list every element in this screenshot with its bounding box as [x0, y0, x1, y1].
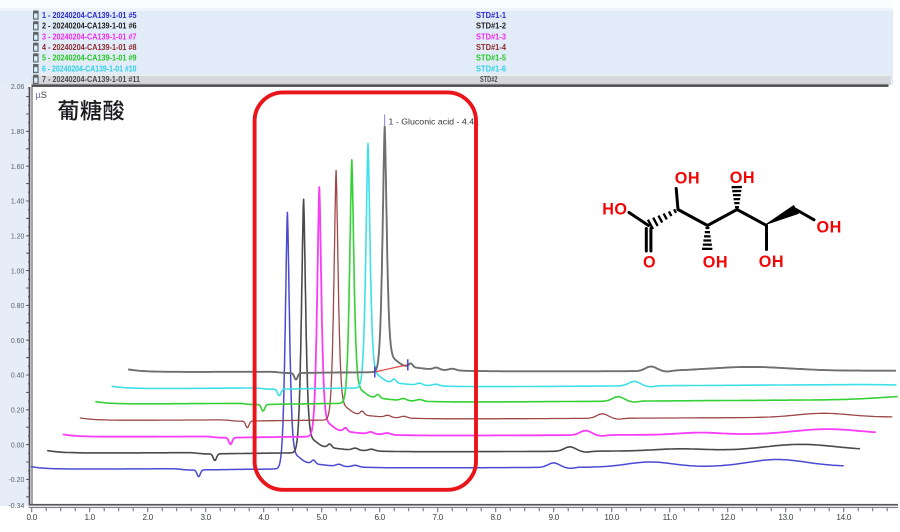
svg-text:8.0: 8.0	[490, 513, 501, 522]
svg-text:HO: HO	[602, 201, 627, 219]
svg-text:O: O	[643, 254, 656, 272]
svg-text:7.0: 7.0	[432, 513, 443, 522]
svg-text:14.0: 14.0	[836, 513, 851, 522]
svg-text:1.80: 1.80	[11, 127, 24, 136]
svg-text:µS: µS	[36, 90, 47, 100]
svg-text:0.40: 0.40	[11, 371, 24, 380]
svg-text:OH: OH	[759, 253, 784, 271]
svg-text:13.0: 13.0	[778, 513, 793, 522]
svg-text:0.80: 0.80	[11, 301, 24, 310]
svg-text:OH: OH	[817, 219, 842, 237]
svg-text:10.0: 10.0	[604, 513, 619, 522]
svg-text:STD#1-1: STD#1-1	[476, 11, 506, 20]
svg-text:2.0: 2.0	[142, 513, 153, 522]
svg-text:1.60: 1.60	[11, 162, 24, 171]
svg-text:0.00: 0.00	[11, 440, 24, 449]
svg-text:OH: OH	[703, 253, 728, 271]
svg-text:-0.34: -0.34	[9, 501, 25, 510]
svg-text:STD#1-3: STD#1-3	[476, 32, 506, 41]
svg-text:OH: OH	[675, 169, 700, 187]
svg-text:5.0: 5.0	[316, 513, 327, 522]
svg-text:3.0: 3.0	[200, 513, 211, 522]
svg-text:6 - 20240204-CA139-1-01 #10: 6 - 20240204-CA139-1-01 #10	[42, 64, 137, 73]
svg-text:4.0: 4.0	[258, 513, 269, 522]
svg-text:1 - 20240204-CA139-1-01 #5: 1 - 20240204-CA139-1-01 #5	[42, 11, 137, 20]
svg-text:6.0: 6.0	[374, 513, 385, 522]
svg-text:0.60: 0.60	[11, 336, 24, 345]
svg-text:12.0: 12.0	[720, 513, 735, 522]
svg-text:1.00: 1.00	[11, 266, 24, 275]
svg-text:OH: OH	[730, 169, 755, 187]
svg-text:7 - 20240204-CA139-1-01 #11: 7 - 20240204-CA139-1-01 #11	[42, 75, 140, 84]
svg-text:1.0: 1.0	[84, 513, 95, 522]
svg-text:9.0: 9.0	[548, 513, 559, 522]
svg-text:0.20: 0.20	[11, 406, 24, 415]
svg-text:4 - 20240204-CA139-1-01 #8: 4 - 20240204-CA139-1-01 #8	[42, 43, 137, 52]
svg-text:3 - 20240204-CA139-1-01 #7: 3 - 20240204-CA139-1-01 #7	[42, 32, 137, 41]
svg-text:2 - 20240204-CA139-1-01 #6: 2 - 20240204-CA139-1-01 #6	[42, 22, 137, 31]
svg-text:1 - Gluconic acid - 4.41: 1 - Gluconic acid - 4.41	[389, 116, 480, 126]
svg-text:2.06: 2.06	[11, 82, 24, 91]
svg-text:5 - 20240204-CA139-1-01 #9: 5 - 20240204-CA139-1-01 #9	[42, 54, 137, 63]
svg-text:1.20: 1.20	[11, 232, 24, 241]
svg-text:STD#2: STD#2	[480, 75, 498, 84]
svg-text:11.0: 11.0	[663, 513, 678, 522]
svg-text:-0.20: -0.20	[9, 475, 25, 484]
svg-text:STD#1-2: STD#1-2	[476, 22, 506, 31]
svg-text:STD#1-5: STD#1-5	[476, 54, 506, 63]
svg-text:0.0: 0.0	[26, 513, 37, 522]
svg-text:1.40: 1.40	[11, 197, 24, 206]
svg-text:STD#1-6: STD#1-6	[476, 64, 506, 73]
svg-text:STD#1-4: STD#1-4	[476, 43, 506, 52]
